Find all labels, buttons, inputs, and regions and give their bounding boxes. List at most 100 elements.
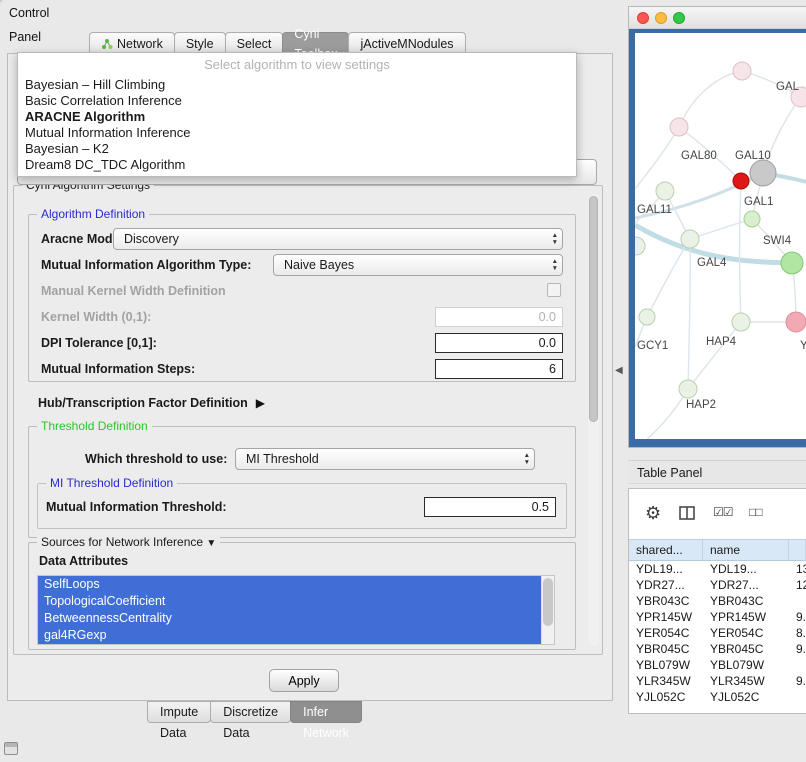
svg-text:GAL: GAL [776, 81, 800, 93]
node[interactable] [733, 62, 751, 80]
tab-cyni-toolbox[interactable]: Cyni Toolbox [282, 32, 349, 54]
table-header-row: shared... name [629, 539, 806, 561]
node-pink[interactable] [786, 312, 806, 332]
list-item[interactable]: BetweennessCentrality [38, 610, 541, 627]
table-window: ⚙ ☑☑ □□ shared... name YDL19...YDL19...1… [628, 488, 806, 714]
svg-text:GCY1: GCY1 [637, 340, 668, 352]
column-header-shared-name[interactable]: shared... [629, 540, 703, 560]
data-attributes-list: SelfLoops TopologicalCoefficient Between… [37, 575, 555, 645]
settings-scrollbar[interactable] [588, 194, 599, 646]
mi-threshold-label: Mutual Information Threshold: [46, 497, 227, 518]
node-gal1[interactable] [744, 211, 760, 227]
table-row[interactable]: YDR27...YDR27...12 [629, 577, 806, 593]
node-gal80[interactable] [670, 118, 688, 136]
threshold-definition-title: Threshold Definition [37, 419, 152, 433]
close-traffic-light[interactable] [637, 12, 649, 24]
node-gal10[interactable] [750, 160, 776, 186]
tab-jactivemnodules[interactable]: jActiveMNodules [348, 32, 465, 54]
node-gcy1[interactable] [639, 309, 655, 325]
node-hap2[interactable] [679, 380, 697, 398]
table-row[interactable]: YDL19...YDL19...13 [629, 561, 806, 577]
node-red[interactable] [733, 173, 749, 189]
dropdown-option[interactable]: Mutual Information Inference [18, 125, 576, 141]
column-header-name[interactable]: name [703, 540, 789, 560]
table-row[interactable]: YPR145WYPR145W9. [629, 609, 806, 625]
list-scrollbar-thumb[interactable] [543, 578, 553, 626]
list-scrollbar[interactable] [541, 576, 554, 644]
top-tabbar: Network Style Select Cyni Toolbox jActiv… [89, 32, 465, 54]
table-row[interactable]: YBR045CYBR045C9. [629, 641, 806, 657]
which-threshold-label: Which threshold to use: [85, 449, 227, 470]
list-item[interactable]: SelfLoops [38, 576, 541, 593]
network-tab-icon [101, 38, 113, 50]
tab-discretize-data[interactable]: Discretize Data [210, 701, 291, 723]
cyni-algorithm-settings-group: Cyni Algorithm Settings Algorithm Defini… [13, 185, 603, 655]
hub-definition-expander[interactable]: Hub/Transcription Factor Definition ▶ [38, 396, 265, 410]
mi-steps-field[interactable]: 6 [435, 359, 563, 379]
apply-button[interactable]: Apply [269, 669, 339, 692]
node-hap4[interactable] [732, 313, 750, 331]
dropdown-option[interactable]: Dream8 DC_TDC Algorithm [18, 157, 576, 173]
tab-infer-network[interactable]: Infer Network [290, 701, 362, 723]
network-window-titlebar [629, 7, 806, 29]
mi-threshold-definition-title: MI Threshold Definition [46, 476, 177, 490]
list-item[interactable]: TopologicalCoefficient [38, 593, 541, 610]
sources-group-title[interactable]: Sources for Network Inference ▼ [37, 535, 220, 549]
node-swi4[interactable] [781, 252, 803, 274]
threshold-definition-group: Threshold Definition Which threshold to … [28, 426, 576, 538]
algorithm-definition-title: Algorithm Definition [37, 207, 149, 221]
control-panel-window: Control Panel □ × Network Style Select C… [0, 0, 2, 2]
panel-toggle-icon[interactable] [4, 742, 18, 755]
table-row[interactable]: YLR345WYLR345W9. [629, 673, 806, 689]
zoom-traffic-light[interactable] [673, 12, 685, 24]
node-gal4[interactable] [681, 230, 699, 248]
select-all-icon[interactable]: ☑☑ [713, 505, 733, 519]
svg-text:GAL1: GAL1 [744, 196, 773, 208]
dropdown-option[interactable]: Basic Correlation Inference [18, 93, 576, 109]
table-body: YDL19...YDL19...13 YDR27...YDR27...12 YB… [629, 561, 806, 705]
mi-type-value: Naive Bayes [284, 258, 354, 272]
dpi-tolerance-field[interactable]: 0.0 [435, 333, 563, 353]
bottom-tabbar: Impute Data Discretize Data Infer Networ… [147, 701, 361, 723]
minimize-traffic-light[interactable] [655, 12, 667, 24]
network-window-frame: GAL GAL80 GAL10 GAL11 GAL1 SWI4 GAL4 GCY… [629, 29, 806, 447]
algorithm-definition-group: Algorithm Definition Aracne Mode: Discov… [28, 214, 576, 382]
table-row[interactable]: YBR043CYBR043C [629, 593, 806, 609]
manual-kernel-checkbox[interactable] [547, 283, 561, 297]
dropdown-option[interactable]: Bayesian – Hill Climbing [18, 77, 576, 93]
table-row[interactable]: YJL052CYJL052C [629, 689, 806, 705]
table-panel-title: Table Panel [637, 466, 702, 480]
mi-steps-label: Mutual Information Steps: [41, 359, 195, 380]
svg-text:GAL11: GAL11 [637, 204, 672, 216]
column-header-partial[interactable] [789, 540, 806, 560]
dropdown-option[interactable]: Bayesian – K2 [18, 141, 576, 157]
splitter-collapse-arrow[interactable]: ◀ [615, 365, 623, 376]
settings-scrollbar-thumb[interactable] [589, 196, 598, 422]
aracne-mode-combobox[interactable]: Discovery ▲▼ [113, 228, 563, 250]
mi-threshold-field[interactable]: 0.5 [424, 497, 556, 517]
gear-icon[interactable]: ⚙ [645, 503, 661, 524]
mi-type-combobox[interactable]: Naive Bayes ▲▼ [273, 254, 563, 276]
tab-network[interactable]: Network [89, 32, 175, 54]
list-item[interactable]: gal4RGexp [38, 627, 541, 644]
columns-icon[interactable] [679, 506, 695, 520]
svg-text:Y: Y [800, 340, 806, 352]
tab-style[interactable]: Style [174, 32, 226, 54]
dropdown-option-selected[interactable]: ARACNE Algorithm [18, 109, 576, 125]
node-gal11[interactable] [656, 182, 674, 200]
network-edges [635, 71, 806, 439]
manual-kernel-label: Manual Kernel Width Definition [41, 281, 226, 302]
tab-select[interactable]: Select [225, 32, 284, 54]
table-row[interactable]: YBL079WYBL079W [629, 657, 806, 673]
network-canvas[interactable]: GAL GAL80 GAL10 GAL11 GAL1 SWI4 GAL4 GCY… [635, 33, 806, 439]
svg-text:SWI4: SWI4 [763, 235, 792, 247]
kernel-width-field[interactable]: 0.0 [435, 307, 563, 327]
tab-impute-data[interactable]: Impute Data [147, 701, 211, 723]
node[interactable] [635, 237, 645, 255]
svg-text:GAL80: GAL80 [681, 150, 717, 162]
which-threshold-combobox[interactable]: MI Threshold ▲▼ [235, 448, 535, 470]
aracne-mode-value: Discovery [124, 232, 179, 246]
deselect-all-icon[interactable]: □□ [749, 505, 762, 519]
table-row[interactable]: YER054CYER054C8. [629, 625, 806, 641]
table-toolbar: ⚙ ☑☑ □□ [629, 489, 806, 539]
